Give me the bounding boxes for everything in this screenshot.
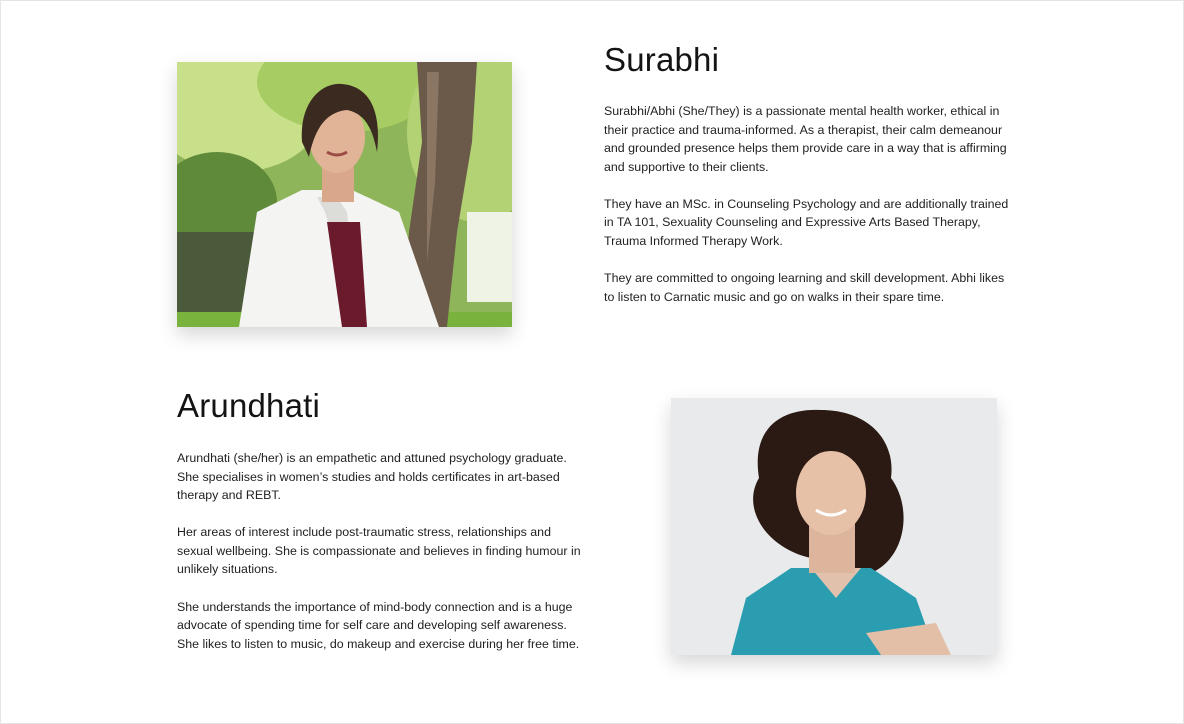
arundhati-bio: Arundhati (she/her) is an empathetic and… [177,449,587,672]
surabhi-bio-paragraph: They are committed to ongoing learning a… [604,271,1005,304]
arundhati-photo [671,398,997,655]
arundhati-bio-paragraph: She understands the importance of mind-b… [177,599,580,651]
arundhati-bio-paragraph: Her areas of interest include post-traum… [177,525,581,577]
arundhati-name: Arundhati [177,387,321,424]
surabhi-bio: Surabhi/Abhi (She/They) is a passionate … [604,102,1016,325]
surabhi-bio-paragraph: Surabhi/Abhi (She/They) is a passionate … [604,104,1007,174]
surabhi-bio-paragraph: They have an MSc. in Counseling Psycholo… [604,196,1009,249]
arundhati-bio-paragraph: Arundhati (she/her) is an empathetic and… [177,451,567,503]
surabhi-photo [177,62,512,327]
surabhi-name: Surabhi [604,41,720,78]
team-page: Surabhi Surabhi/Abhi (She/They) is a pas… [0,0,1184,724]
